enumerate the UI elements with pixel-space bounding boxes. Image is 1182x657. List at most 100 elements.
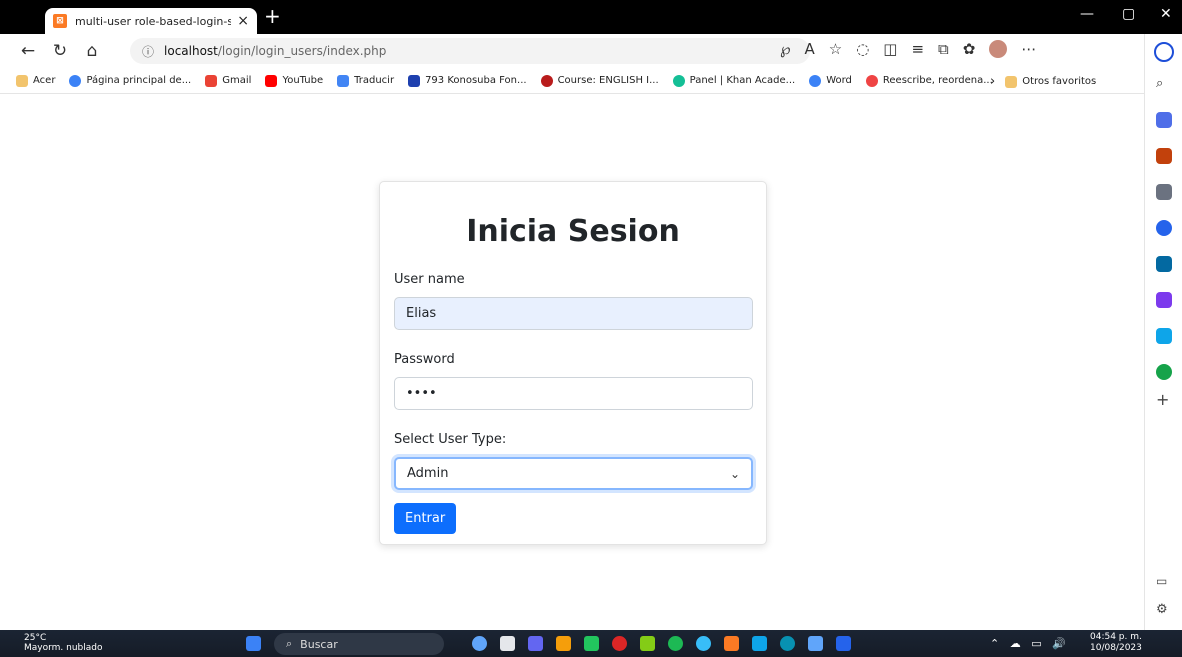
site-icon bbox=[809, 74, 822, 87]
sidebar-toggle-icon[interactable]: ▭ bbox=[1156, 574, 1172, 590]
spotify-icon[interactable] bbox=[668, 636, 683, 651]
system-tray[interactable]: ⌃ ☁ ▭ 🔊 bbox=[990, 637, 1066, 650]
more-menu-icon[interactable]: ⋯ bbox=[1021, 40, 1036, 58]
tools-briefcase-icon[interactable] bbox=[1156, 148, 1172, 164]
close-window-button[interactable]: ✕ bbox=[1160, 6, 1172, 22]
khan-icon bbox=[672, 74, 685, 87]
shopping-tag-icon[interactable] bbox=[1156, 112, 1172, 128]
bookmarks-bar: Acer Página principal de... Gmail YouTub… bbox=[0, 68, 1144, 94]
add-icon[interactable]: + bbox=[1156, 390, 1172, 409]
site-icon bbox=[408, 74, 421, 87]
username-input[interactable]: Elias bbox=[394, 297, 753, 330]
site-icon bbox=[69, 74, 82, 87]
microsoft-365-icon[interactable] bbox=[1156, 220, 1172, 236]
temperature: 25°C bbox=[24, 633, 47, 643]
login-title: Inicia Sesion bbox=[466, 214, 680, 249]
app-green-icon[interactable] bbox=[640, 636, 655, 651]
password-label: Password bbox=[394, 352, 455, 367]
title-bar: ⊠ multi-user role-based-login-syste × + … bbox=[0, 0, 1182, 34]
edge-icon[interactable] bbox=[780, 636, 795, 651]
site-info-icon[interactable]: ⓘ bbox=[142, 43, 154, 60]
split-screen-icon[interactable]: ◫ bbox=[883, 40, 897, 58]
new-tab-button[interactable]: + bbox=[264, 4, 281, 28]
windows-start-icon[interactable] bbox=[246, 636, 261, 651]
opera-icon[interactable] bbox=[612, 636, 627, 651]
back-icon[interactable]: ← bbox=[12, 41, 44, 61]
search-icon[interactable]: ⌕ bbox=[1156, 76, 1172, 92]
username-label: User name bbox=[394, 272, 465, 287]
extension-puzzle-icon[interactable]: ✿ bbox=[963, 40, 976, 58]
toolbar-icons: ℘ A ☆ ◌ ◫ ≡ ⧉ ✿ ⋯ bbox=[780, 40, 1036, 58]
bookmarks-end: › Otros favoritos bbox=[990, 74, 1110, 89]
weather-description: Mayorm. nublado bbox=[24, 643, 103, 653]
password-input[interactable]: •••• bbox=[394, 377, 753, 410]
outlook-icon[interactable] bbox=[1156, 256, 1172, 272]
bookmark-reescribe[interactable]: Reescribe, reordena... bbox=[865, 74, 993, 87]
read-aloud-icon[interactable]: A bbox=[804, 40, 814, 58]
bookmark-pagina-principal[interactable]: Página principal de... bbox=[69, 74, 191, 87]
taskbar-search-placeholder: Buscar bbox=[300, 637, 338, 651]
app-store-icon[interactable] bbox=[696, 636, 711, 651]
profile-avatar-icon[interactable] bbox=[989, 40, 1008, 58]
bookmark-word[interactable]: Word bbox=[809, 74, 852, 87]
address-bar-row: ← ↻ ⌂ ⓘ localhost/login/login_users/inde… bbox=[0, 34, 1144, 68]
taskbar-clock[interactable]: 04:54 p. m. 10/08/2023 bbox=[1090, 632, 1142, 654]
bookmark-khan-academy[interactable]: Panel | Khan Acade... bbox=[672, 74, 795, 87]
favorite-star-icon[interactable]: ☆ bbox=[829, 40, 842, 58]
bookmark-gmail[interactable]: Gmail bbox=[205, 74, 251, 87]
refresh-icon[interactable]: ↻ bbox=[44, 41, 76, 61]
designer-icon[interactable] bbox=[1156, 292, 1172, 308]
reader-icon[interactable]: ℘ bbox=[780, 40, 790, 58]
games-icon[interactable] bbox=[1156, 184, 1172, 200]
bing-taskbar-icon[interactable] bbox=[472, 636, 487, 651]
extensions-icon[interactable]: ◌ bbox=[856, 40, 869, 58]
usertype-label: Select User Type: bbox=[394, 432, 507, 447]
folder-icon bbox=[1005, 75, 1018, 88]
taskbar-search[interactable]: ⌕ Buscar bbox=[274, 633, 444, 655]
tab-close-button[interactable]: × bbox=[237, 13, 249, 29]
bookmark-acer[interactable]: Acer bbox=[16, 74, 55, 87]
home-icon[interactable]: ⌂ bbox=[76, 41, 108, 61]
collections-icon[interactable]: ⧉ bbox=[938, 40, 949, 58]
favorites-list-icon[interactable]: ≡ bbox=[911, 40, 924, 58]
bookmark-otros-favoritos[interactable]: Otros favoritos bbox=[1005, 75, 1096, 88]
site-icon bbox=[540, 74, 553, 87]
site-icon bbox=[865, 74, 878, 87]
page-content: Inicia Sesion User name Elias Password •… bbox=[0, 95, 1144, 630]
teams-icon[interactable] bbox=[528, 636, 543, 651]
vscode-icon[interactable] bbox=[752, 636, 767, 651]
task-view-icon[interactable] bbox=[500, 636, 515, 651]
url-host: localhost bbox=[164, 44, 218, 58]
bookmark-traducir[interactable]: Traducir bbox=[337, 74, 394, 87]
notepad-icon[interactable] bbox=[808, 636, 823, 651]
bookmark-course-english[interactable]: Course: ENGLISH I... bbox=[540, 74, 659, 87]
browser-tab[interactable]: ⊠ multi-user role-based-login-syste × bbox=[45, 8, 257, 34]
chevron-down-icon: ⌄ bbox=[729, 466, 740, 481]
bookmark-youtube[interactable]: YouTube bbox=[265, 74, 323, 87]
gmail-icon bbox=[205, 74, 218, 87]
usertype-selected-value: Admin bbox=[407, 466, 449, 481]
usertype-select[interactable]: Admin ⌄ bbox=[394, 457, 753, 490]
edge-sidebar: ⌕ + ▭ ⚙ bbox=[1144, 34, 1182, 630]
youtube-icon bbox=[265, 74, 278, 87]
restore-button[interactable]: ▢ bbox=[1122, 6, 1135, 22]
clock-date: 10/08/2023 bbox=[1090, 643, 1142, 653]
file-explorer-icon[interactable] bbox=[556, 636, 571, 651]
entrar-button[interactable]: Entrar bbox=[394, 503, 457, 534]
clock-time: 04:54 p. m. bbox=[1090, 632, 1142, 642]
login-card: Inicia Sesion User name Elias Password •… bbox=[379, 181, 767, 545]
send-icon[interactable] bbox=[1156, 328, 1172, 344]
settings-gear-icon[interactable]: ⚙ bbox=[1156, 602, 1172, 618]
tree-icon[interactable] bbox=[1156, 364, 1172, 380]
minimize-button[interactable]: — bbox=[1080, 6, 1094, 22]
bookmark-konosuba[interactable]: 793 Konosuba Fon... bbox=[408, 74, 527, 87]
translate-icon bbox=[337, 74, 350, 87]
more-bookmarks-chevron-icon[interactable]: › bbox=[990, 74, 995, 89]
tab-title: multi-user role-based-login-syste bbox=[75, 14, 232, 28]
weather-widget[interactable]: 25°C Mayorm. nublado bbox=[24, 633, 103, 653]
word-icon[interactable] bbox=[836, 636, 851, 651]
xbox-icon[interactable] bbox=[584, 636, 599, 651]
url-field[interactable]: ⓘ localhost/login/login_users/index.php bbox=[130, 38, 810, 64]
xampp-icon[interactable] bbox=[724, 636, 739, 651]
bing-icon[interactable] bbox=[1154, 42, 1174, 62]
